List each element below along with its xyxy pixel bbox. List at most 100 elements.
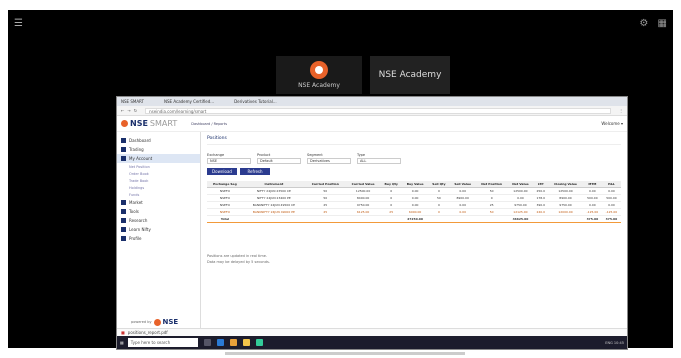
start-icon[interactable]: ▦ bbox=[120, 340, 124, 345]
explorer-icon[interactable] bbox=[242, 339, 250, 346]
address-bar[interactable]: nseindia.com/learning/smart bbox=[145, 107, 611, 114]
browser-tab[interactable]: Derivatives Tutorial... bbox=[234, 99, 277, 104]
system-tray: ENG 10:45 bbox=[605, 340, 624, 345]
total-cell: 375.00 bbox=[601, 215, 621, 223]
pdf-file-icon: ■ bbox=[121, 330, 125, 335]
table-cell: NSEFO bbox=[207, 187, 243, 195]
sidebar-item-tools[interactable]: Tools bbox=[117, 207, 200, 216]
filter-product[interactable]: Product Default bbox=[257, 153, 301, 164]
table-cell: 0.00 bbox=[449, 201, 476, 209]
table-cell: 25 bbox=[304, 201, 346, 209]
grid-view-icon[interactable]: ▦ bbox=[658, 18, 667, 29]
total-cell bbox=[449, 215, 476, 223]
playback-progress[interactable] bbox=[225, 352, 465, 355]
forward-icon[interactable]: → bbox=[127, 108, 130, 113]
table-cell: 178.0 bbox=[533, 194, 549, 202]
reload-icon[interactable]: ↻ bbox=[134, 108, 137, 113]
nse-smart-logo[interactable]: NSE SMART bbox=[121, 119, 177, 128]
back-icon[interactable]: ← bbox=[121, 108, 124, 113]
presenter-name-tile[interactable]: NSE Academy bbox=[370, 56, 450, 94]
table-cell: 0.00 bbox=[582, 201, 602, 209]
total-cell bbox=[533, 215, 549, 223]
sidebar-item-research[interactable]: Research bbox=[117, 216, 200, 225]
sidebar-item-profile[interactable]: Profile bbox=[117, 234, 200, 243]
table-cell: 0 bbox=[428, 208, 450, 216]
filter-segment[interactable]: Segment Derivatives bbox=[307, 153, 351, 164]
table-cell: 9750.00 bbox=[507, 201, 534, 209]
sidebar-item-my-account[interactable]: My Account bbox=[117, 154, 200, 163]
browser-tab[interactable]: NSE SMART bbox=[121, 99, 144, 104]
action-buttons: Download Refresh bbox=[207, 168, 621, 175]
table-row[interactable]: NSEFO NIFTY 24JUN 23400 PE 50 8400.00 0 0.00 5… bbox=[207, 194, 621, 202]
table-cell: BANKNIFTY 24JUN 49000 PE bbox=[242, 208, 305, 216]
total-cell bbox=[380, 215, 402, 223]
browser-tabstrip: NSE SMART NSE Academy Certified... Deriv… bbox=[117, 97, 627, 106]
edge-icon[interactable] bbox=[216, 339, 224, 346]
table-cell: 50 bbox=[475, 208, 508, 216]
filter-type[interactable]: Type ALL bbox=[357, 153, 401, 164]
table-cell: 250.0 bbox=[533, 187, 549, 195]
table-cell: 0.00 bbox=[582, 187, 602, 195]
sidebar-footer-logo: powered by NSE bbox=[131, 318, 179, 326]
table-row[interactable]: NSEFO NIFTY 24JUN 23500 CE 50 12500.00 0 0.00… bbox=[207, 187, 621, 195]
filter-bar: Exchange NSE Product Default Segment Deriva… bbox=[207, 153, 621, 164]
chrome-icon[interactable] bbox=[229, 339, 237, 346]
download-file-item[interactable]: positions_report.pdf bbox=[128, 330, 168, 335]
presenter-tile[interactable]: NSE Academy bbox=[276, 56, 362, 94]
taskbar-search[interactable]: Type here to search bbox=[127, 338, 198, 347]
total-cell: 27250.00 bbox=[401, 215, 429, 223]
meeting-menu-icon[interactable]: ☰ bbox=[14, 18, 23, 29]
downloads-bar: ■ positions_report.pdf bbox=[117, 328, 627, 336]
footnotes: Positions are updated in real time. Data… bbox=[207, 253, 621, 265]
meeting-tray: ⚙ ▦ bbox=[633, 18, 667, 29]
footnote: Data may be delayed by 5 seconds. bbox=[207, 260, 270, 264]
settings-icon[interactable]: ⚙ bbox=[639, 18, 648, 29]
app-icon[interactable] bbox=[255, 339, 263, 346]
table-cell: 0.00 bbox=[601, 201, 621, 209]
download-button[interactable]: Download bbox=[207, 168, 237, 175]
table-cell: 0 bbox=[475, 194, 508, 202]
app-body: Dashboard Trading My Account Net Positio… bbox=[117, 132, 627, 336]
table-cell: 240.0 bbox=[533, 208, 549, 216]
task-view-icon[interactable] bbox=[203, 339, 211, 346]
browser-tab[interactable]: NSE Academy Certified... bbox=[164, 99, 214, 104]
total-cell: 46625.00 bbox=[507, 215, 534, 223]
windows-taskbar: ▦ Type here to search ENG 10:45 bbox=[117, 336, 627, 349]
filter-exchange[interactable]: Exchange NSE bbox=[207, 153, 251, 164]
dashboard-icon bbox=[121, 138, 126, 143]
sidebar-subitem[interactable]: Net Position bbox=[117, 163, 200, 170]
browser-menu-icon[interactable]: ⋮ bbox=[619, 108, 623, 113]
table-cell: 500.00 bbox=[601, 194, 621, 202]
table-cell: 500.00 bbox=[582, 194, 602, 202]
total-cell bbox=[304, 215, 346, 223]
app-header: NSE SMART Dashboard / Reports Welcome ▾ bbox=[117, 116, 627, 132]
sidebar-subitem[interactable]: Trade Book bbox=[117, 177, 200, 184]
sidebar-item-dashboard[interactable]: Dashboard bbox=[117, 136, 200, 145]
table-cell: 25 bbox=[475, 201, 508, 209]
user-menu[interactable]: Welcome ▾ bbox=[601, 121, 623, 126]
sidebar-subitem[interactable]: Funds bbox=[117, 191, 200, 198]
sidebar-subitem[interactable]: Holdings bbox=[117, 184, 200, 191]
sidebar-subitem[interactable]: Order Book bbox=[117, 170, 200, 177]
total-cell bbox=[548, 215, 583, 223]
table-row[interactable]: NSEFO BANKNIFTY 24JUN 49000 PE 25 6125.00 25… bbox=[207, 208, 621, 216]
sidebar-item-trading[interactable]: Trading bbox=[117, 145, 200, 154]
table-cell: 12000.00 bbox=[548, 208, 583, 216]
table-cell: 50 bbox=[428, 194, 450, 202]
table-cell: NIFTY 24JUN 23400 PE bbox=[242, 194, 305, 202]
refresh-button[interactable]: Refresh bbox=[240, 168, 270, 175]
breadcrumb[interactable]: Dashboard / Reports bbox=[191, 122, 227, 126]
learn-icon bbox=[121, 227, 126, 232]
table-cell: 9750.00 bbox=[548, 201, 583, 209]
total-row: Total 27250.00 46625.00 375.00 375.00 bbox=[207, 215, 621, 223]
table-cell: 0 bbox=[428, 201, 450, 209]
table-row[interactable]: NSEFO BANKNIFTY 24JUN 49500 CE 25 9750.00 0 0… bbox=[207, 201, 621, 209]
sidebar-item-market[interactable]: Market bbox=[117, 198, 200, 207]
trading-icon bbox=[121, 147, 126, 152]
table-cell: 0 bbox=[380, 201, 402, 209]
total-cell bbox=[242, 215, 305, 223]
table-cell: 8900.00 bbox=[449, 194, 476, 202]
section-title: Positions bbox=[207, 136, 621, 145]
sidebar-item-learn[interactable]: Learn Nifty bbox=[117, 225, 200, 234]
positions-table: Exchange Seg Instrument Carried Position Ca… bbox=[207, 181, 621, 223]
